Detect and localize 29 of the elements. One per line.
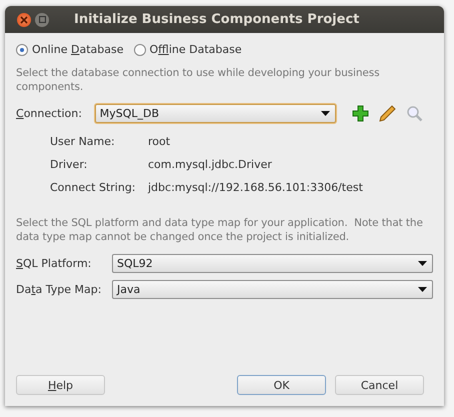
radio-option[interactable]: Offline Database: [134, 43, 242, 56]
field-label: SQL Platform:: [16, 257, 92, 270]
radio-button[interactable]: [16, 44, 28, 56]
dialog-button[interactable]: OK: [237, 375, 326, 395]
caret-icon: [418, 287, 427, 292]
detail-value: com.mysql.jdbc.Driver: [148, 158, 273, 171]
field-label: Data Type Map:: [16, 283, 102, 296]
close-icon[interactable]: [17, 12, 31, 26]
maximize-icon[interactable]: [35, 12, 49, 26]
connection-dropdown[interactable]: MySQL_DB: [94, 104, 336, 123]
detail-label: Connect String:: [50, 181, 137, 194]
window-title: Initialize Business Components Project: [74, 12, 360, 27]
radio-button[interactable]: [134, 44, 146, 56]
radio-option[interactable]: Online Database: [16, 43, 124, 56]
add-icon[interactable]: [352, 105, 370, 122]
edit-icon[interactable]: [379, 105, 396, 122]
caret-icon: [321, 111, 330, 116]
detail-value: jdbc:mysql://192.168.56.101:3306/test: [148, 181, 364, 194]
instruction-text: Select the SQL platform and data type map for your application. Note that the data type map cannot be changed once the project is initialized.: [16, 216, 424, 244]
dropdown[interactable]: Java: [112, 280, 433, 299]
caret-icon: [418, 261, 427, 266]
instruction-text: Select the database connection to use while developing your business components.: [16, 66, 380, 94]
dialog-button[interactable]: Cancel: [335, 375, 424, 395]
field-label: Connection:: [16, 107, 83, 120]
help-button[interactable]: Help: [16, 375, 105, 395]
dropdown[interactable]: SQL92: [112, 254, 433, 273]
detail-label: Driver:: [50, 158, 88, 171]
detail-label: User Name:: [50, 135, 116, 148]
detail-value: root: [148, 135, 172, 148]
